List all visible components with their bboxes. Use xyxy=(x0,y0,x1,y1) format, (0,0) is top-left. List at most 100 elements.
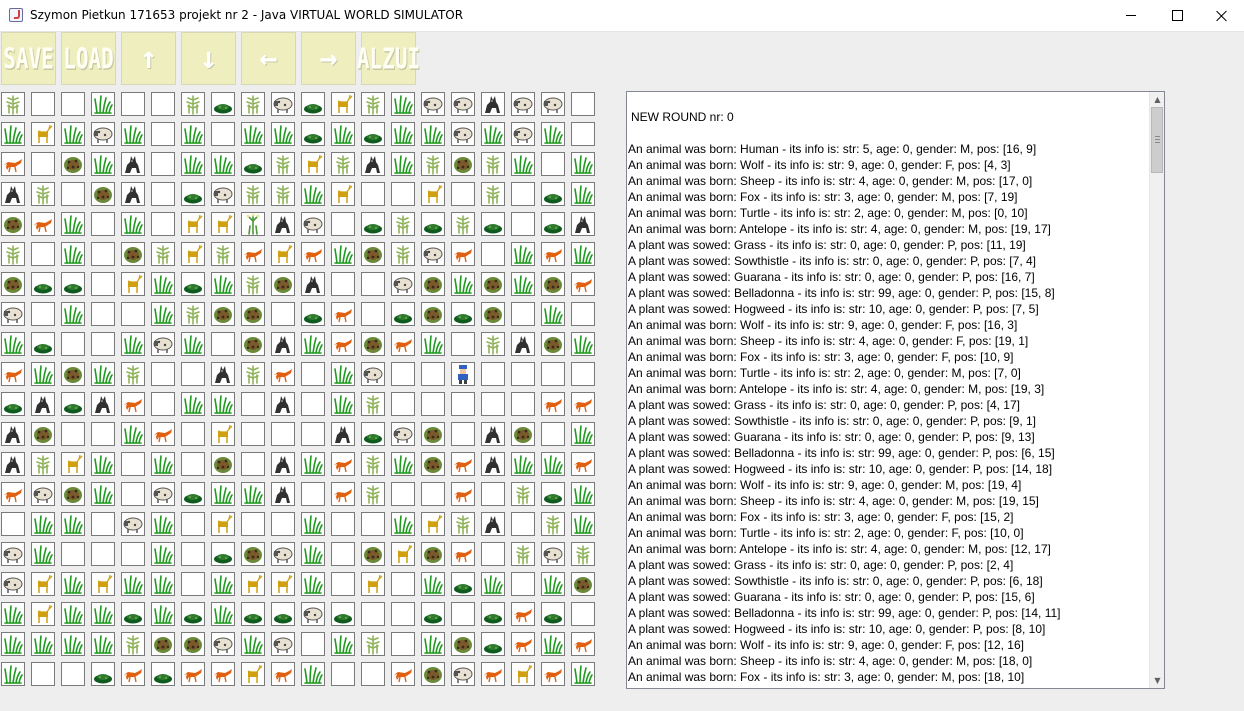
board-cell-guarana[interactable] xyxy=(301,122,325,146)
board-cell-guarana[interactable] xyxy=(211,92,235,116)
board-cell-empty[interactable] xyxy=(181,542,205,566)
board-cell-grass[interactable] xyxy=(391,512,415,536)
board-cell-grass[interactable] xyxy=(301,512,325,536)
board-cell-sowthistle[interactable] xyxy=(1,92,25,116)
board-cell-belladonna[interactable] xyxy=(451,152,475,176)
board-cell-sowthistle[interactable] xyxy=(511,542,535,566)
board-cell-empty[interactable] xyxy=(451,602,475,626)
board-cell-grass[interactable] xyxy=(571,332,595,356)
board-cell-grass[interactable] xyxy=(61,602,85,626)
board-cell-fox[interactable] xyxy=(271,362,295,386)
board-cell-grass[interactable] xyxy=(391,452,415,476)
log-scrollbar[interactable]: ▲ ▼ xyxy=(1149,92,1164,688)
board-cell-belladonna[interactable] xyxy=(421,662,445,686)
board-cell-empty[interactable] xyxy=(451,422,475,446)
board-cell-grass[interactable] xyxy=(1,602,25,626)
board-cell-empty[interactable] xyxy=(121,452,145,476)
board-cell-wolf[interactable] xyxy=(121,152,145,176)
board-cell-belladonna[interactable] xyxy=(421,302,445,326)
board-cell-fox[interactable] xyxy=(1,482,25,506)
board-cell-empty[interactable] xyxy=(361,662,385,686)
board-cell-grass[interactable] xyxy=(1,332,25,356)
move-left-button[interactable]: ← xyxy=(241,32,296,85)
board-cell-antelope[interactable] xyxy=(421,182,445,206)
board-cell-grass[interactable] xyxy=(331,392,355,416)
board-cell-grass[interactable] xyxy=(1,662,25,686)
board-cell-antelope[interactable] xyxy=(241,662,265,686)
board-cell-belladonna[interactable] xyxy=(241,332,265,356)
board-cell-antelope[interactable] xyxy=(271,572,295,596)
board-cell-empty[interactable] xyxy=(211,332,235,356)
board-cell-sowthistle[interactable] xyxy=(451,512,475,536)
board-cell-empty[interactable] xyxy=(511,212,535,236)
board-cell-grass[interactable] xyxy=(421,332,445,356)
board-cell-belladonna[interactable] xyxy=(61,362,85,386)
board-cell-belladonna[interactable] xyxy=(181,632,205,656)
board-cell-wolf[interactable] xyxy=(361,152,385,176)
board-cell-belladonna[interactable] xyxy=(151,632,175,656)
board-cell-sheep[interactable] xyxy=(31,482,55,506)
board-cell-empty[interactable] xyxy=(121,482,145,506)
board-cell-grass[interactable] xyxy=(571,422,595,446)
board-cell-guarana[interactable] xyxy=(331,602,355,626)
board-cell-grass[interactable] xyxy=(571,182,595,206)
board-cell-fox[interactable] xyxy=(391,332,415,356)
board-cell-antelope[interactable] xyxy=(301,152,325,176)
board-cell-antelope[interactable] xyxy=(31,572,55,596)
board-cell-guarana[interactable] xyxy=(181,182,205,206)
board-cell-grass[interactable] xyxy=(211,482,235,506)
board-cell-belladonna[interactable] xyxy=(211,452,235,476)
board-cell-belladonna[interactable] xyxy=(271,272,295,296)
board-cell-grass[interactable] xyxy=(301,662,325,686)
board-cell-sheep[interactable] xyxy=(1,302,25,326)
board-cell-fox[interactable] xyxy=(451,542,475,566)
board-cell-grass[interactable] xyxy=(1,122,25,146)
board-cell-sowthistle[interactable] xyxy=(361,92,385,116)
board-cell-sheep[interactable] xyxy=(271,632,295,656)
board-cell-empty[interactable] xyxy=(181,512,205,536)
board-cell-wolf[interactable] xyxy=(271,332,295,356)
board-cell-empty[interactable] xyxy=(241,422,265,446)
board-cell-fox[interactable] xyxy=(1,152,25,176)
board-cell-grass[interactable] xyxy=(211,152,235,176)
board-cell-sheep[interactable] xyxy=(301,602,325,626)
board-cell-fox[interactable] xyxy=(451,452,475,476)
board-cell-sowthistle[interactable] xyxy=(481,182,505,206)
board-cell-empty[interactable] xyxy=(571,302,595,326)
board-cell-sowthistle[interactable] xyxy=(31,452,55,476)
board-cell-guarana[interactable] xyxy=(361,122,385,146)
minimize-button[interactable] xyxy=(1108,0,1154,31)
board-cell-empty[interactable] xyxy=(91,542,115,566)
board-cell-grass[interactable] xyxy=(421,632,445,656)
board-cell-guarana[interactable] xyxy=(451,572,475,596)
board-cell-grass[interactable] xyxy=(481,122,505,146)
board-cell-grass[interactable] xyxy=(481,572,505,596)
board-cell-wolf[interactable] xyxy=(121,182,145,206)
board-cell-empty[interactable] xyxy=(151,122,175,146)
board-cell-guarana[interactable] xyxy=(181,272,205,296)
board-cell-grass[interactable] xyxy=(451,272,475,296)
board-cell-guarana[interactable] xyxy=(451,302,475,326)
board-cell-sowthistle[interactable] xyxy=(481,332,505,356)
board-cell-grass[interactable] xyxy=(31,542,55,566)
board-cell-antelope[interactable] xyxy=(241,572,265,596)
board-cell-grass[interactable] xyxy=(61,512,85,536)
board-cell-empty[interactable] xyxy=(121,302,145,326)
board-cell-empty[interactable] xyxy=(361,272,385,296)
board-cell-sowthistle[interactable] xyxy=(121,632,145,656)
board-cell-sheep[interactable] xyxy=(271,542,295,566)
board-cell-grass[interactable] xyxy=(91,152,115,176)
board-cell-sowthistle[interactable] xyxy=(421,152,445,176)
board-cell-antelope[interactable] xyxy=(61,452,85,476)
board-cell-sowthistle[interactable] xyxy=(361,452,385,476)
board-cell-belladonna[interactable] xyxy=(31,422,55,446)
board-cell-sheep[interactable] xyxy=(391,272,415,296)
board-cell-guarana[interactable] xyxy=(541,182,565,206)
board-cell-antelope[interactable] xyxy=(361,572,385,596)
board-cell-belladonna[interactable] xyxy=(481,302,505,326)
board-cell-grass[interactable] xyxy=(61,242,85,266)
board-cell-fox[interactable] xyxy=(271,662,295,686)
board-cell-sheep[interactable] xyxy=(511,92,535,116)
board-cell-empty[interactable] xyxy=(331,572,355,596)
event-log[interactable]: NEW ROUND nr: 0 An animal was born: Human… xyxy=(626,91,1165,689)
